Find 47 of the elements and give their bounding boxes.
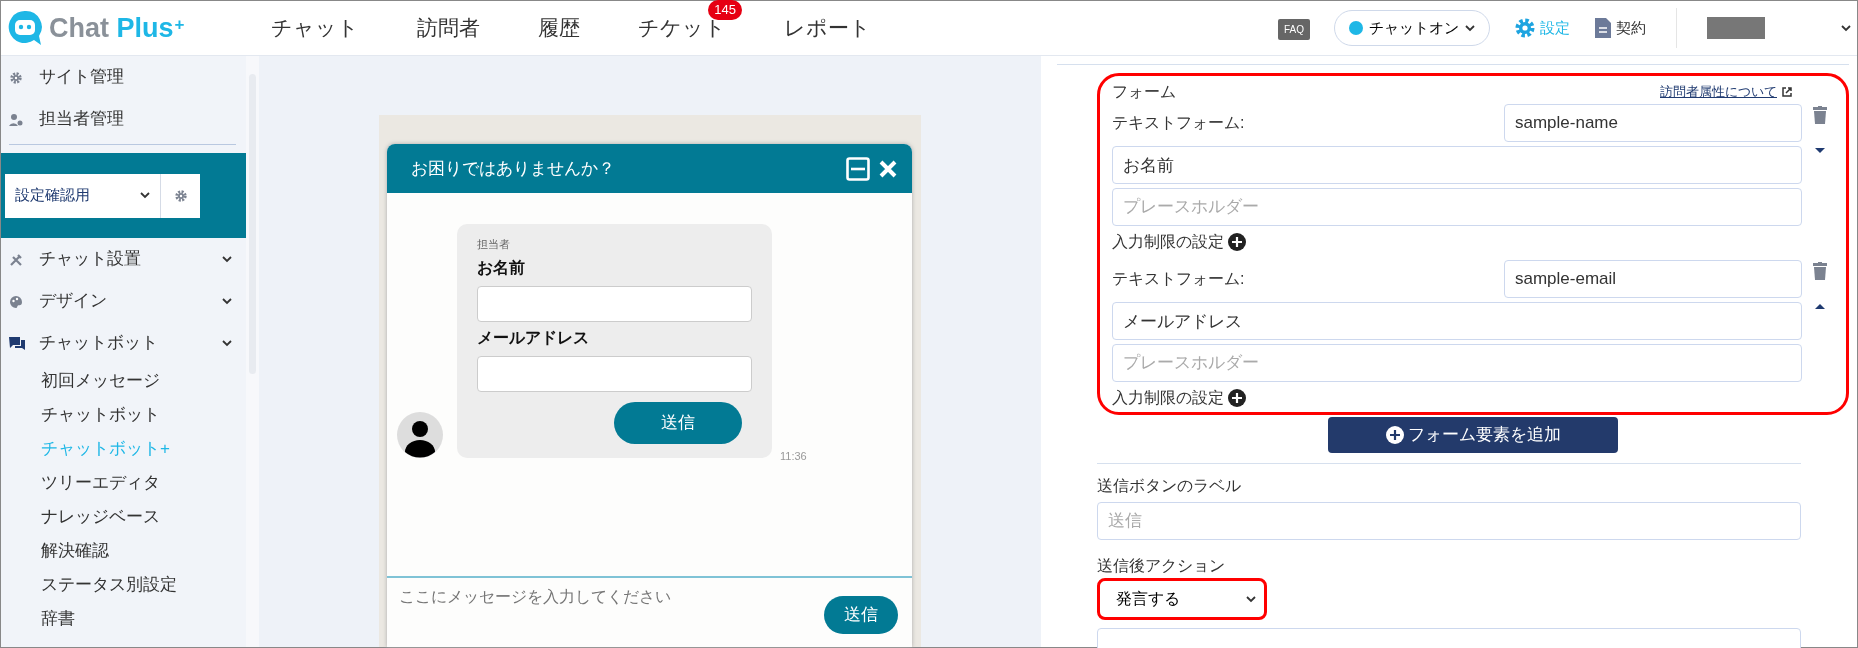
logo-text: Chat Plus — [49, 11, 174, 45]
sidebar-subitem[interactable]: 辞書 — [1, 602, 246, 636]
sidebar-subitem[interactable]: 解決確認 — [1, 534, 246, 568]
field-label-input[interactable]: お名前 — [1112, 146, 1802, 184]
field-placeholder-input[interactable]: プレースホルダー — [1112, 344, 1802, 382]
field-placeholder-input[interactable]: プレースホルダー — [1112, 188, 1802, 226]
message-input[interactable]: ここにメッセージを入力してください — [397, 584, 824, 610]
input-restriction-label: 入力制限の設定 — [1112, 232, 1224, 252]
count-badge: 145 — [708, 0, 742, 20]
send-button[interactable]: 送信 — [824, 596, 898, 634]
nav-link[interactable]: レポート — [784, 16, 871, 40]
submit-button[interactable]: 送信 — [614, 402, 742, 444]
nav-link[interactable]: チャット — [271, 16, 359, 40]
logo-plus: + — [174, 13, 185, 36]
field-label: メールアドレス — [477, 328, 590, 348]
field-label: お名前 — [477, 258, 526, 278]
nav-link[interactable]: 履歴 — [538, 16, 580, 40]
sidebar-subitem[interactable]: ステータス別設定 — [1, 568, 246, 602]
contract-link[interactable]: 契約 — [1594, 8, 1677, 48]
chat-status-toggle[interactable]: チャットオン — [1334, 9, 1490, 47]
site-select[interactable]: 設定確認用 — [5, 173, 160, 218]
sidebar-subitem[interactable]: 初回メッセージ — [1, 364, 246, 398]
add-form-element-button[interactable]: フォーム要素を追加 — [1328, 417, 1618, 453]
message-time: 11:36 — [780, 448, 807, 464]
sidebar-section[interactable]: チャット設置 — [1, 238, 246, 280]
button-label-input[interactable]: 送信 — [1097, 502, 1801, 540]
widget-title: お困りではありませんか？ — [411, 157, 616, 180]
field-label: 送信ボタンのラベル — [1097, 476, 1242, 496]
sidebar-item[interactable]: サイト管理 — [1, 56, 246, 98]
field-key-input[interactable]: sample-name — [1504, 104, 1802, 142]
help-link[interactable]: 訪問者属性について — [1660, 82, 1777, 102]
faq-button[interactable]: FAQ — [1278, 19, 1310, 40]
sidebar-section[interactable]: デザイン — [1, 280, 246, 322]
nav-link[interactable]: 訪問者 — [417, 16, 480, 40]
sidebar-subitem[interactable]: チャットボット — [1, 398, 246, 432]
field-key-input[interactable]: sample-email — [1504, 260, 1802, 298]
field-label-input[interactable]: メールアドレス — [1112, 302, 1802, 340]
field-label: 送信後アクション — [1097, 556, 1226, 576]
field-type-label: テキストフォーム: — [1112, 269, 1246, 289]
sidebar-subitem[interactable]: ナレッジベース — [1, 500, 246, 534]
sidebar-subitem[interactable]: ツリーエディタ — [1, 466, 246, 500]
field-type-label: テキストフォーム: — [1112, 113, 1246, 133]
section-title: フォーム — [1112, 82, 1177, 102]
sidebar-section[interactable]: チャットボット — [1, 322, 246, 364]
input-restriction-label: 入力制限の設定 — [1112, 388, 1224, 408]
agent-name: 担当者 — [477, 236, 511, 252]
sidebar-item[interactable]: 担当者管理 — [1, 98, 246, 140]
